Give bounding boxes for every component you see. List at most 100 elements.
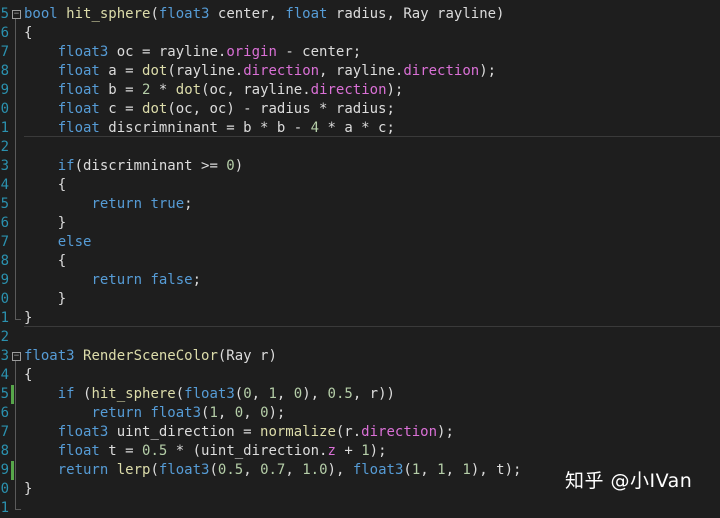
code-line[interactable]: 7 float3 uint_direction = normalize(r.di… — [0, 423, 720, 442]
code-token: normalize — [260, 424, 336, 440]
code-token: { — [24, 253, 67, 269]
code-token: 1 — [209, 405, 218, 421]
code-editor[interactable]: 5− bool hit_sphere(float3 center, float r… — [0, 0, 720, 516]
code-token: direction — [310, 82, 387, 98]
code-line[interactable]: 6{ — [0, 24, 720, 43]
code-token: float — [57, 63, 100, 79]
code-text: float t = 0.5 * (uint_direction.z + 1); — [24, 442, 387, 461]
code-line[interactable]: 4 { — [0, 176, 720, 195]
code-token: true — [150, 196, 185, 212]
code-line[interactable]: 9 return false; — [0, 271, 720, 290]
code-line[interactable]: 7 float3 oc = rayline.origin - center; — [0, 43, 720, 62]
code-token: RenderSceneColor — [83, 348, 218, 364]
code-line[interactable]: 3− float3 RenderSceneColor(Ray r) — [0, 347, 720, 366]
code-token: a = — [99, 63, 143, 79]
code-token: float — [285, 6, 328, 22]
code-token: float3 — [184, 386, 235, 402]
code-token: 0 — [260, 405, 269, 421]
collapse-minus-icon[interactable]: − — [12, 10, 21, 19]
code-token: hit_sphere — [66, 6, 151, 22]
code-line[interactable]: 5 if (hit_sphere(float3(0, 1, 0), 0.5, r… — [0, 385, 720, 404]
code-text: } — [24, 480, 32, 499]
code-token: (r. — [335, 424, 362, 440]
code-token: ), t); — [470, 462, 522, 478]
code-text: return false; — [24, 271, 201, 290]
code-token: 0.5 — [217, 462, 244, 478]
line-number: 4 — [0, 367, 9, 383]
code-line[interactable]: 2 — [0, 328, 720, 347]
code-token: float — [57, 101, 100, 117]
line-number: 7 — [0, 44, 9, 60]
code-line[interactable]: 0 } — [0, 290, 720, 309]
code-line[interactable]: 3 if(discrimninant >= 0) — [0, 157, 720, 176]
code-token: 0 — [234, 405, 244, 421]
code-text: } — [24, 214, 66, 233]
code-text: { — [24, 24, 32, 43]
code-line[interactable]: 0 float c = dot(oc, oc) - radius * radiu… — [0, 100, 720, 119]
line-number: 6 — [0, 25, 9, 41]
code-token: center, — [209, 6, 286, 22]
code-token: ( — [150, 6, 159, 22]
code-token: , — [217, 405, 235, 421]
code-token: float3 — [57, 44, 109, 60]
code-token: float3 — [352, 462, 404, 478]
code-line[interactable]: 6 return float3(1, 0, 0); — [0, 404, 720, 423]
code-token: origin — [226, 44, 277, 60]
code-line[interactable]: 8 float t = 0.5 * (uint_direction.z + 1)… — [0, 442, 720, 461]
code-token: ; — [192, 272, 202, 288]
code-token: 1 — [462, 462, 471, 478]
code-token: - center; — [276, 44, 362, 60]
code-token: ); — [437, 424, 454, 440]
code-text: float c = dot(oc, oc) - radius * radius; — [24, 100, 395, 119]
line-number: 9 — [0, 82, 9, 98]
code-text: { — [24, 252, 66, 271]
code-token: ), — [327, 462, 353, 478]
code-token: 0.7 — [260, 462, 286, 478]
code-line[interactable]: 6 } — [0, 214, 720, 233]
code-token: (oc, rayline. — [201, 82, 311, 98]
code-token: c = — [99, 101, 143, 117]
code-line[interactable]: 7 else — [0, 233, 720, 252]
code-token: float3 — [24, 348, 75, 364]
code-token: discrimninant = b * b - — [99, 120, 311, 136]
code-line[interactable]: 8 float a = dot(rayline.direction, rayli… — [0, 62, 720, 81]
code-text: return true; — [24, 195, 192, 214]
code-line[interactable]: 8 { — [0, 252, 720, 271]
code-token: z — [327, 443, 336, 459]
line-number: 2 — [0, 329, 9, 345]
line-number: 8 — [0, 253, 9, 269]
code-token: return — [57, 462, 109, 478]
code-token: else — [57, 234, 92, 250]
line-number: 7 — [0, 424, 9, 440]
code-token: t = — [99, 443, 143, 459]
code-token: 0 — [293, 386, 303, 402]
code-token: , — [251, 386, 269, 402]
code-line[interactable]: 5− bool hit_sphere(float3 center, float r… — [0, 5, 720, 24]
code-text: { — [24, 366, 32, 385]
line-separator — [24, 136, 720, 137]
outline-guide-end — [15, 319, 21, 320]
code-token: } — [24, 215, 67, 231]
code-line[interactable]: 9 float b = 2 * dot(oc, rayline.directio… — [0, 81, 720, 100]
outline-guide — [15, 19, 16, 319]
collapse-minus-icon[interactable]: − — [12, 352, 21, 361]
code-line[interactable]: 5 return true; — [0, 195, 720, 214]
code-line[interactable]: 4{ — [0, 366, 720, 385]
code-line[interactable]: 2 — [0, 138, 720, 157]
code-token: b = — [99, 82, 143, 98]
line-number: 0 — [0, 291, 9, 307]
code-token: , rayline. — [319, 63, 404, 79]
code-token: + — [335, 443, 362, 459]
line-number: 8 — [0, 63, 9, 79]
code-token: 1.0 — [302, 462, 328, 478]
code-token: ( — [234, 386, 244, 402]
change-marker — [11, 461, 14, 480]
line-number: 5 — [0, 6, 9, 22]
code-token: (Ray r) — [217, 348, 277, 364]
code-token: ); — [268, 405, 286, 421]
